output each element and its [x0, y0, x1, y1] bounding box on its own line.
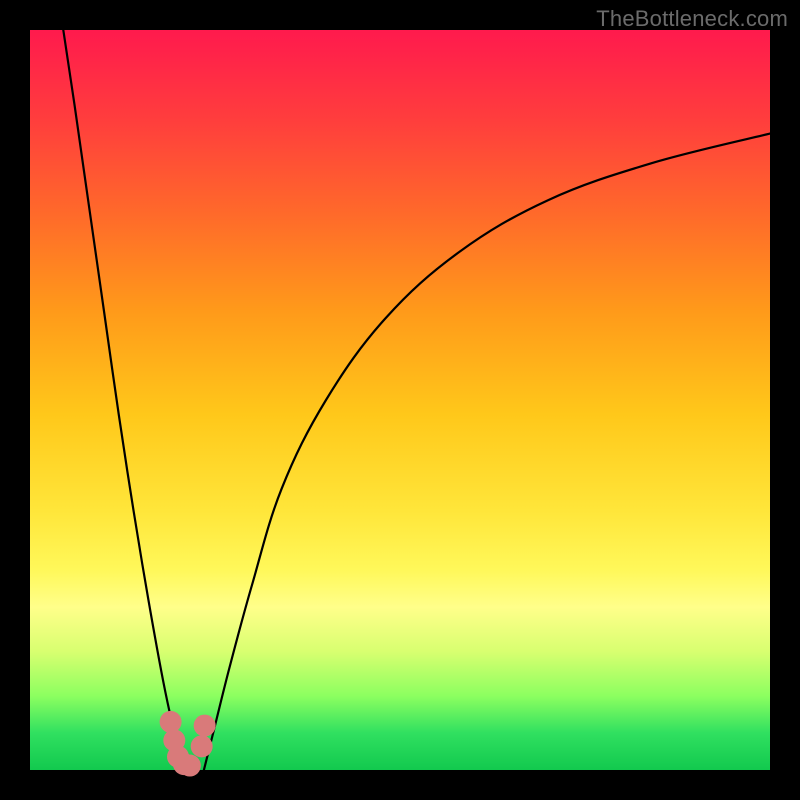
watermark-text: TheBottleneck.com	[596, 6, 788, 32]
sweet-spot-marker	[179, 755, 201, 777]
chart-frame: TheBottleneck.com	[0, 0, 800, 800]
curve-left-branch	[63, 30, 183, 770]
chart-svg	[30, 30, 770, 770]
curve-right-branch	[204, 134, 770, 770]
sweet-spot-marker	[191, 735, 213, 757]
sweet-spot-marker	[194, 715, 216, 737]
sweet-spot-markers	[160, 711, 216, 777]
sweet-spot-marker	[160, 711, 182, 733]
plot-area	[30, 30, 770, 770]
